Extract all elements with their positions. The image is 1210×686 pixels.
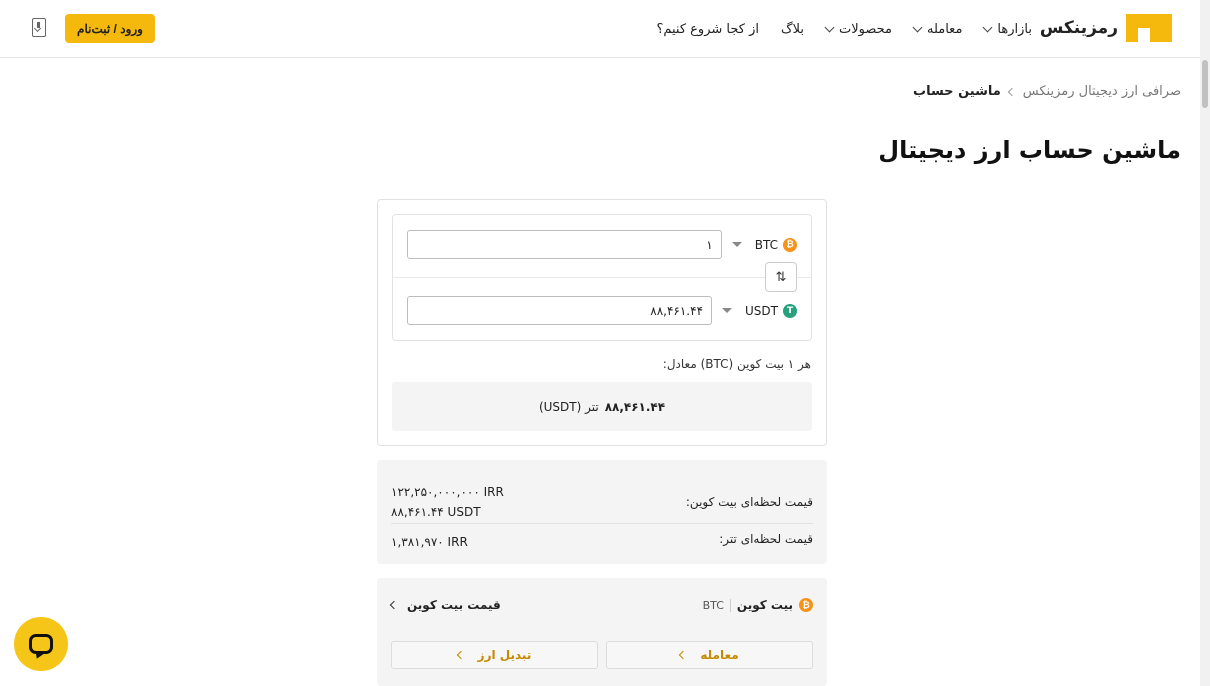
nav-markets-label: بازارها (997, 21, 1032, 37)
nav-markets[interactable]: بازارها (982, 21, 1032, 37)
nav-trade[interactable]: معامله (912, 21, 963, 37)
nav-getting-started[interactable]: از کجا شروع کنیم؟ (656, 22, 759, 37)
convert-currency-button[interactable]: تبدیل ارز (391, 641, 598, 669)
divider (393, 277, 811, 278)
action-buttons: معامله تبدیل ارز (391, 641, 813, 669)
result-value: ۸۸,۴۶۱.۴۴ (604, 399, 666, 414)
nav-trade-label: معامله (926, 21, 963, 37)
to-coin-symbol: USDT (745, 303, 778, 318)
coin-name-group: ₿ بیت کوین BTC (703, 598, 813, 612)
breadcrumb-home-link[interactable]: صرافی ارز دیجیتال رمزینکس (1023, 84, 1181, 99)
btc-price-values: ۱۲۲,۲۵۰,۰۰۰,۰۰۰ IRR ۸۸,۴۶۱.۴۴ USDT (391, 482, 504, 522)
swap-button[interactable]: ⇅ (765, 262, 797, 292)
usdt-price-label: قیمت لحظه‌ای تتر: (719, 532, 813, 546)
result-box: ۸۸,۴۶۱.۴۴ تتر (USDT) (392, 382, 812, 431)
coin-symbol: BTC (703, 598, 731, 612)
nav-products[interactable]: محصولات (824, 21, 892, 37)
conversion-box: ₿ BTC ⇅ T USDT (392, 214, 812, 341)
download-app-icon[interactable] (32, 18, 46, 37)
live-price-panel: قیمت لحظه‌ای بیت کوین: ۱۲۲,۲۵۰,۰۰۰,۰۰۰ I… (377, 460, 827, 564)
bitcoin-price-link[interactable]: قیمت بیت کوین (389, 598, 501, 612)
bitcoin-icon: ₿ (783, 237, 797, 252)
equivalent-label: هر ۱ بیت کوین (BTC) معادل: (662, 357, 811, 371)
coin-links-panel: ₿ بیت کوین BTC قیمت بیت کوین معامله تبدی… (377, 578, 827, 686)
usdt-price-row: قیمت لحظه‌ای تتر: ۱,۳۸۱,۹۷۰ IRR (391, 532, 813, 552)
usdt-price-values: ۱,۳۸۱,۹۷۰ IRR (391, 532, 468, 552)
trade-button-label: معامله (700, 648, 739, 662)
login-signup-button[interactable]: ورود / ثبت‌نام (65, 14, 155, 43)
result-unit: تتر (USDT) (538, 399, 599, 414)
page-title: ماشین حساب ارز دیجیتال (878, 136, 1181, 164)
to-row: T USDT (407, 296, 797, 325)
nav-products-label: محصولات (838, 21, 892, 37)
calculator-card: ₿ BTC ⇅ T USDT هر ۱ بیت کوین (BTC) معادل… (377, 199, 827, 446)
bitcoin-icon: ₿ (799, 598, 813, 612)
divider (391, 523, 813, 524)
logo-text: رمزینکس (1039, 18, 1118, 38)
support-chat-button[interactable] (14, 617, 68, 671)
chevron-down-icon (982, 22, 993, 32)
bitcoin-price-link-label: قیمت بیت کوین (407, 598, 501, 612)
from-row: ₿ BTC (407, 230, 797, 259)
nav-blog-label: بلاگ (780, 21, 804, 37)
chevron-left-icon (456, 650, 465, 660)
caret-down-icon (731, 242, 742, 247)
chevron-down-icon (824, 22, 835, 32)
caret-down-icon (722, 308, 733, 313)
nav-getting-started-label: از کجا شروع کنیم؟ (656, 21, 759, 37)
coin-name: بیت کوین (736, 598, 793, 612)
main-nav: بازارها معامله محصولات بلاگ از کجا شروع … (656, 0, 1032, 58)
logo-mark-icon (1126, 14, 1172, 42)
top-header: رمزینکس بازارها معامله محصولات بلاگ از ک… (0, 0, 1200, 58)
btc-price-row: قیمت لحظه‌ای بیت کوین: ۱۲۲,۲۵۰,۰۰۰,۰۰۰ I… (391, 482, 813, 522)
to-coin-select[interactable]: T USDT (722, 303, 797, 318)
breadcrumb: صرافی ارز دیجیتال رمزینکس ماشین حساب (913, 84, 1181, 99)
chevron-left-icon (679, 650, 688, 660)
swap-arrows-icon: ⇅ (775, 269, 787, 285)
usdt-price-irr: ۱,۳۸۱,۹۷۰ IRR (391, 535, 468, 549)
chat-icon (29, 634, 53, 654)
nav-blog[interactable]: بلاگ (781, 22, 804, 37)
tether-icon: T (783, 303, 797, 318)
logo[interactable]: رمزینکس (1040, 14, 1172, 42)
chevron-down-icon (912, 22, 923, 32)
from-amount-input[interactable] (407, 230, 722, 259)
from-coin-symbol: BTC (754, 237, 778, 252)
convert-button-label: تبدیل ارز (477, 648, 532, 662)
chevron-left-icon (389, 600, 399, 610)
page-scrollbar[interactable] (1200, 0, 1210, 686)
btc-price-irr: ۱۲۲,۲۵۰,۰۰۰,۰۰۰ IRR (391, 485, 504, 499)
to-amount-input[interactable] (407, 296, 713, 325)
from-coin-select[interactable]: ₿ BTC (731, 237, 797, 252)
scrollbar-thumb[interactable] (1202, 60, 1208, 108)
breadcrumb-current: ماشین حساب (913, 84, 1001, 99)
chevron-left-icon (1007, 87, 1017, 96)
btc-price-usdt: ۸۸,۴۶۱.۴۴ USDT (391, 505, 481, 519)
coin-info-row: ₿ بیت کوین BTC قیمت بیت کوین (389, 598, 813, 612)
trade-button[interactable]: معامله (606, 641, 813, 669)
btc-price-label: قیمت لحظه‌ای بیت کوین: (685, 495, 813, 509)
